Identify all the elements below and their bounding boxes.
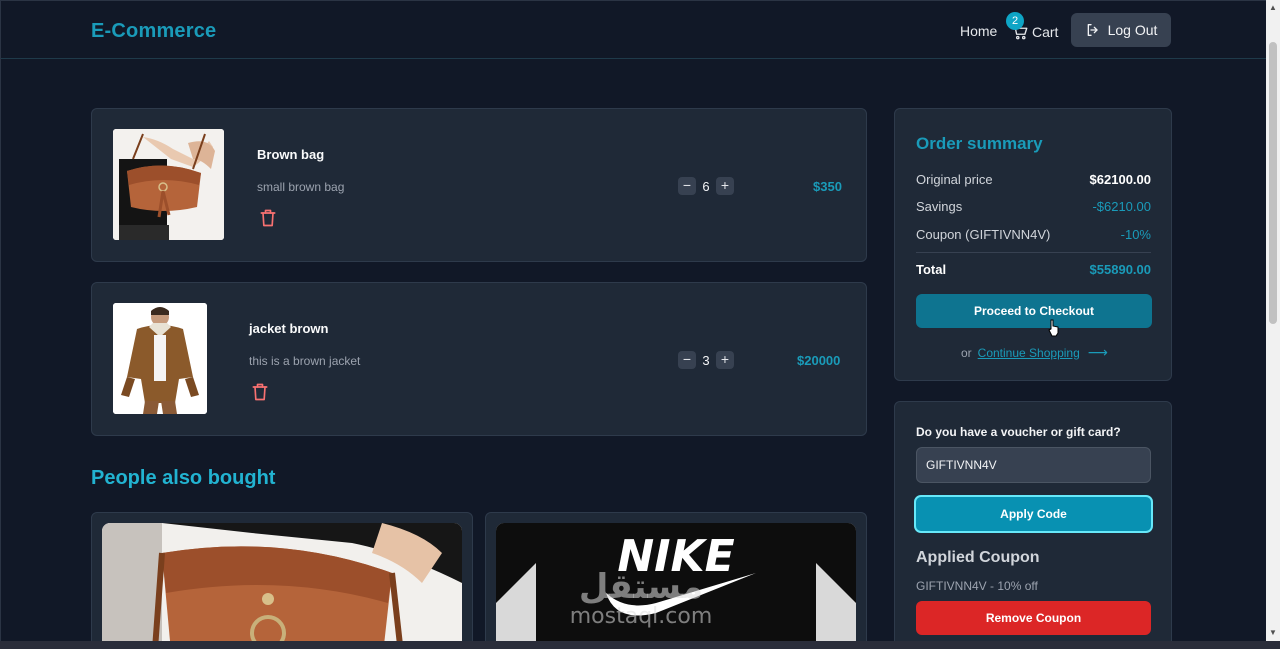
logout-icon (1087, 24, 1098, 36)
trash-icon[interactable] (250, 381, 270, 403)
plus-icon[interactable]: + (716, 177, 734, 195)
svg-text:NIKE: NIKE (617, 531, 734, 582)
voucher-question: Do you have a voucher or gift card? (916, 425, 1121, 439)
item-name: Brown bag (257, 147, 325, 162)
coupon-label: Coupon (GIFTIVNN4V) (916, 227, 1051, 242)
voucher-code-input[interactable] (916, 447, 1151, 483)
trash-icon[interactable] (258, 207, 278, 229)
item-description: small brown bag (257, 180, 345, 194)
item-price: $350 (813, 179, 842, 194)
scroll-down-arrow-icon[interactable]: ▼ (1269, 628, 1277, 637)
order-summary-title: Order summary (916, 134, 1043, 153)
top-navbar: E-Commerce Home 2 Cart Log Out (1, 1, 1266, 59)
arrow-right-icon[interactable]: ⟶ (1088, 344, 1108, 361)
cart-item: Brown bag small brown bag − 6 + $350 (91, 108, 867, 262)
nav-cart-link[interactable]: 2 Cart (1006, 12, 1059, 43)
recommendation-card[interactable]: NIKE (485, 512, 867, 641)
remove-coupon-button[interactable]: Remove Coupon (916, 601, 1151, 635)
voucher-card: Do you have a voucher or gift card? Appl… (894, 401, 1172, 641)
applied-coupon-title: Applied Coupon (916, 549, 1040, 566)
proceed-to-checkout-button[interactable]: Proceed to Checkout (916, 294, 1152, 328)
product-image-jacket-brown[interactable] (113, 303, 207, 414)
nav-cart-label: Cart (1032, 24, 1059, 40)
apply-code-button[interactable]: Apply Code (914, 495, 1153, 533)
minus-icon[interactable]: − (678, 351, 696, 369)
scrollbar-thumb[interactable] (1269, 42, 1277, 324)
recommendations-title: People also bought (91, 467, 276, 489)
logout-button[interactable]: Log Out (1071, 13, 1171, 47)
quantity-value: 3 (702, 352, 710, 368)
original-price-label: Original price (916, 172, 993, 187)
logout-label: Log Out (1107, 22, 1158, 38)
recommendation-image-nike-shirt[interactable]: NIKE (496, 523, 856, 641)
recommendation-image-bag[interactable] (102, 523, 462, 641)
quantity-stepper: − 6 + (678, 177, 734, 195)
cart-count-badge: 2 (1006, 12, 1024, 30)
item-name: jacket brown (249, 321, 329, 336)
nav-home-link[interactable]: Home (960, 23, 997, 39)
continue-shopping-link[interactable]: Continue Shopping (978, 346, 1080, 360)
original-price-row: Original price $62100.00 (916, 172, 1151, 187)
item-description: this is a brown jacket (249, 354, 361, 368)
coupon-value: -10% (1120, 227, 1151, 242)
order-summary-card: Order summary Original price $62100.00 S… (894, 108, 1172, 381)
browser-viewport: E-Commerce Home 2 Cart Log Out Brown bag… (0, 0, 1266, 641)
quantity-value: 6 (702, 178, 710, 194)
mouse-cursor-icon (1048, 319, 1059, 337)
coupon-row: Coupon (GIFTIVNN4V) -10% (916, 227, 1151, 242)
or-text: or (961, 345, 972, 360)
savings-row: Savings -$6210.00 (916, 199, 1151, 214)
recommendation-card[interactable] (91, 512, 473, 641)
total-label: Total (916, 262, 947, 277)
product-image-brown-bag[interactable] (113, 129, 224, 240)
item-price: $20000 (797, 353, 841, 368)
savings-value: -$6210.00 (1092, 199, 1151, 214)
minus-icon[interactable]: − (678, 177, 696, 195)
total-row: Total $55890.00 (916, 262, 1151, 277)
original-price-value: $62100.00 (1089, 172, 1151, 187)
vertical-scrollbar[interactable]: ▲ ▼ (1266, 0, 1280, 641)
savings-label: Savings (916, 199, 963, 214)
total-value: $55890.00 (1089, 262, 1151, 277)
applied-coupon-text: GIFTIVNN4V - 10% off (916, 579, 1038, 593)
window-bottom-edge (0, 641, 1280, 649)
summary-divider (916, 252, 1151, 253)
continue-shopping-row: or Continue Shopping ⟶ (961, 344, 1108, 361)
brand-logo[interactable]: E-Commerce (91, 20, 216, 43)
quantity-stepper: − 3 + (678, 351, 734, 369)
cart-item: jacket brown this is a brown jacket − 3 … (91, 282, 867, 436)
scroll-up-arrow-icon[interactable]: ▲ (1269, 3, 1277, 12)
plus-icon[interactable]: + (716, 351, 734, 369)
